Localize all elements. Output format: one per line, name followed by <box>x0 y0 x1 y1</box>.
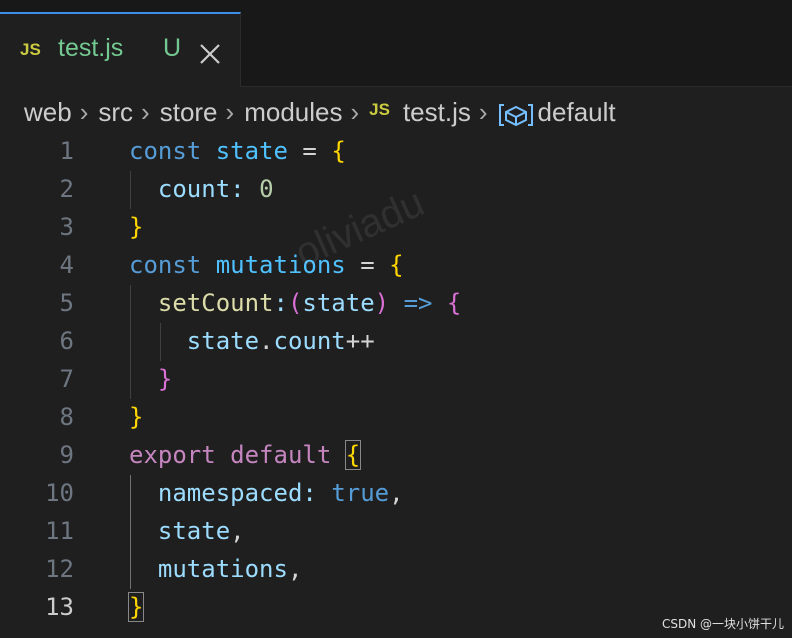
chevron-right-icon: › <box>79 96 89 127</box>
code-text: namespaced: true, <box>157 479 404 507</box>
line-number-active: 13 <box>45 593 74 621</box>
chevron-right-icon: › <box>141 96 150 127</box>
code-line: 1 const state = { <box>0 133 792 171</box>
code-text: const mutations = { <box>129 251 404 279</box>
line-number: 3 <box>59 213 74 241</box>
code-text: setCount:(state) => { <box>157 289 462 317</box>
tab-bar: JS test.js U <box>0 0 792 87</box>
tab-title: test.js <box>58 34 124 62</box>
untracked-status-badge: U <box>163 34 182 62</box>
code-text: } <box>157 365 173 393</box>
line-number: 10 <box>45 479 74 507</box>
line-number: 1 <box>59 137 74 165</box>
javascript-file-icon: JS <box>369 100 390 119</box>
line-number: 9 <box>59 441 74 469</box>
code-text: state.count++ <box>186 327 375 355</box>
symbol-variable-icon <box>498 104 533 127</box>
line-number: 11 <box>45 517 74 545</box>
breadcrumb-item-modules[interactable]: modules <box>244 97 342 128</box>
code-line: 9 export default { <box>0 437 792 475</box>
line-number: 8 <box>59 403 74 431</box>
breadcrumb-item-web[interactable]: web <box>24 97 72 128</box>
close-icon[interactable] <box>198 42 222 66</box>
breadcrumb-item-src[interactable]: src <box>98 97 133 128</box>
code-text: mutations, <box>157 555 303 583</box>
line-number: 7 <box>59 365 74 393</box>
line-number: 6 <box>59 327 74 355</box>
code-line: 12 mutations, <box>0 551 792 589</box>
code-line: 7 } <box>0 361 792 399</box>
code-text: } <box>127 592 145 622</box>
code-line: 8 } <box>0 399 792 437</box>
chevron-right-icon: › <box>478 96 488 127</box>
code-line: 4 const mutations = { <box>0 247 792 285</box>
code-text: count: 0 <box>157 175 274 203</box>
code-line: 11 state, <box>0 513 792 551</box>
code-line: 6 state.count++ <box>0 323 792 361</box>
code-line: 10 namespaced: true, <box>0 475 792 513</box>
javascript-file-icon: JS <box>20 40 41 59</box>
breadcrumb-item-store[interactable]: store <box>160 97 218 128</box>
chevron-right-icon: › <box>350 96 360 127</box>
credit-text: CSDN @一块小饼干儿 <box>661 617 784 631</box>
line-number: 5 <box>59 289 74 317</box>
line-number: 4 <box>59 251 74 279</box>
code-text: } <box>129 403 144 431</box>
editor-window: JS test.js U web › src › store › modules… <box>0 0 792 638</box>
code-text: const state = { <box>129 137 346 165</box>
breadcrumb-item-symbol[interactable]: default <box>538 97 616 128</box>
tab-test-js[interactable]: JS test.js U <box>0 12 241 87</box>
code-text: export default { <box>129 440 362 470</box>
chevron-right-icon: › <box>225 96 235 127</box>
code-text: state, <box>157 517 245 545</box>
breadcrumb-item-file[interactable]: test.js <box>403 97 471 128</box>
breadcrumb: web › src › store › modules › JS test.js… <box>24 94 616 130</box>
code-text: } <box>129 213 144 241</box>
line-number: 2 <box>59 175 74 203</box>
code-line: 5 setCount:(state) => { <box>0 285 792 323</box>
line-number: 12 <box>45 555 74 583</box>
